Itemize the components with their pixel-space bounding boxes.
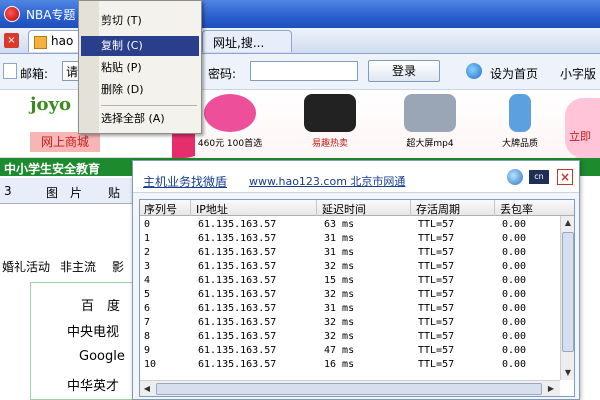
ad-caption: 460元 100首选: [197, 139, 263, 149]
joyo-subtitle: 网上商城: [30, 132, 100, 152]
context-menu: 剪切 (T) 复制 (C) 粘贴 (P) 删除 (D) 选择全部 (A): [78, 0, 202, 134]
column-header[interactable]: 丢包率: [500, 201, 533, 217]
ad-caption: 大牌品质: [501, 139, 538, 149]
tab-label: 网址,搜...: [213, 36, 265, 50]
window-title: NBA专题: [26, 8, 76, 22]
product-image-icon: [404, 94, 456, 132]
ping-results-table: 序列号 IP地址 延迟时间 存活周期 丢包率 0 61.135.163.57 6…: [139, 199, 575, 397]
menu-item-copy[interactable]: 复制 (C): [81, 36, 199, 56]
category-tab[interactable]: 图 片: [46, 184, 82, 201]
category-tab[interactable]: 贴: [108, 184, 120, 201]
ping-dialog: 主机业务找微盾 www.hao123.com 北京市网通 cn × 序列号 IP…: [132, 160, 580, 400]
login-button[interactable]: 登录: [368, 60, 440, 82]
ad-item[interactable]: 460元 100首选: [195, 94, 265, 154]
scroll-left-icon[interactable]: ◀: [140, 382, 154, 396]
menu-separator: [101, 105, 197, 106]
console-icon[interactable]: cn: [529, 170, 549, 184]
column-header[interactable]: 延迟时间: [322, 201, 366, 217]
table-row[interactable]: 5 61.135.163.57 32 ms TTL=57 0.00: [140, 288, 560, 302]
scroll-down-icon[interactable]: ▼: [561, 366, 574, 380]
tab-label: hao: [51, 34, 74, 48]
table-row[interactable]: 7 61.135.163.57 32 ms TTL=57 0.00: [140, 316, 560, 330]
scroll-thumb[interactable]: [156, 383, 542, 395]
table-row[interactable]: 6 61.135.163.57 31 ms TTL=57 0.00: [140, 302, 560, 316]
table-row[interactable]: 4 61.135.163.57 15 ms TTL=57 0.00: [140, 274, 560, 288]
scroll-thumb[interactable]: [562, 232, 574, 352]
small-font-link[interactable]: 小字版: [560, 65, 596, 82]
toolbar-button[interactable]: [3, 63, 17, 79]
hot-link[interactable]: 影: [112, 258, 124, 275]
tab-search[interactable]: 网址,搜...: [202, 30, 292, 52]
menu-item-cut[interactable]: 剪切 (T): [81, 11, 199, 31]
ad-item[interactable]: 大牌品质: [485, 94, 555, 154]
close-icon[interactable]: ×: [4, 33, 19, 48]
favicon-icon: [34, 36, 47, 49]
table-header: 序列号 IP地址 延迟时间 存活周期 丢包率: [140, 200, 574, 217]
product-image-icon: [304, 94, 356, 132]
home-icon: [466, 63, 482, 79]
hot-link[interactable]: 非主流: [60, 258, 96, 275]
browser-logo-icon: [4, 6, 20, 22]
vertical-scrollbar[interactable]: ▲ ▼: [560, 216, 574, 380]
table-row[interactable]: 0 61.135.163.57 63 ms TTL=57 0.00: [140, 218, 560, 232]
hosting-ad-link[interactable]: 主机业务找微盾: [143, 173, 227, 190]
hot-links: 婚礼活动 非主流 影: [0, 252, 150, 276]
horizontal-scrollbar[interactable]: ◀ ▶: [140, 380, 560, 396]
password-input[interactable]: [250, 61, 358, 81]
ad-caption: 超大屏mp4: [406, 139, 454, 149]
ad-caption: 易趣热卖: [311, 139, 348, 149]
table-row[interactable]: 10 61.135.163.57 16 ms TTL=57 0.00: [140, 358, 560, 372]
scroll-right-icon[interactable]: ▶: [544, 382, 558, 396]
hot-link[interactable]: 婚礼活动: [2, 258, 50, 275]
promo-strip: 460元 100首选 易趣热卖 超大屏mp4 大牌品质: [195, 90, 575, 158]
column-header[interactable]: IP地址: [196, 201, 228, 217]
site-info-link[interactable]: www.hao123.com 北京市网通: [249, 173, 405, 189]
menu-item-select-all[interactable]: 选择全部 (A): [81, 109, 199, 129]
menu-item-delete[interactable]: 删除 (D): [81, 80, 199, 100]
email-label: 邮箱:: [20, 67, 49, 81]
ad-item[interactable]: 易趣热卖: [295, 94, 365, 154]
column-header[interactable]: 存活周期: [416, 201, 460, 217]
table-row[interactable]: 2 61.135.163.57 31 ms TTL=57 0.00: [140, 246, 560, 260]
menu-item-paste[interactable]: 粘贴 (P): [81, 58, 199, 78]
close-icon[interactable]: ×: [557, 169, 573, 185]
table-row[interactable]: 3 61.135.163.57 32 ms TTL=57 0.00: [140, 260, 560, 274]
table-row[interactable]: 1 61.135.163.57 31 ms TTL=57 0.00: [140, 232, 560, 246]
site-link[interactable]: 中央电视: [67, 321, 119, 340]
column-header[interactable]: 序列号: [144, 201, 177, 217]
site-link[interactable]: 百 度: [81, 295, 120, 314]
ad-right-label[interactable]: 立即: [565, 98, 600, 158]
site-link[interactable]: Google: [79, 349, 125, 364]
network-icon[interactable]: [507, 169, 523, 185]
site-link[interactable]: 中华英才: [67, 375, 119, 394]
table-row[interactable]: 9 61.135.163.57 47 ms TTL=57 0.00: [140, 344, 560, 358]
ad-item[interactable]: 超大屏mp4: [395, 94, 465, 154]
famous-sites-box: 百 度 中央电视 Google 中华英才: [30, 282, 148, 400]
set-homepage-link[interactable]: 设为首页: [490, 65, 538, 82]
dialog-header: 主机业务找微盾 www.hao123.com 北京市网通 cn ×: [133, 161, 579, 193]
password-label: 密码:: [208, 67, 237, 81]
product-image-icon: [509, 94, 531, 132]
product-image-icon: [204, 94, 256, 132]
table-row[interactable]: 8 61.135.163.57 32 ms TTL=57 0.00: [140, 330, 560, 344]
category-tabs: 3 图 片 贴: [0, 178, 150, 204]
category-tab[interactable]: 3: [4, 184, 12, 198]
scroll-up-icon[interactable]: ▲: [561, 216, 574, 230]
